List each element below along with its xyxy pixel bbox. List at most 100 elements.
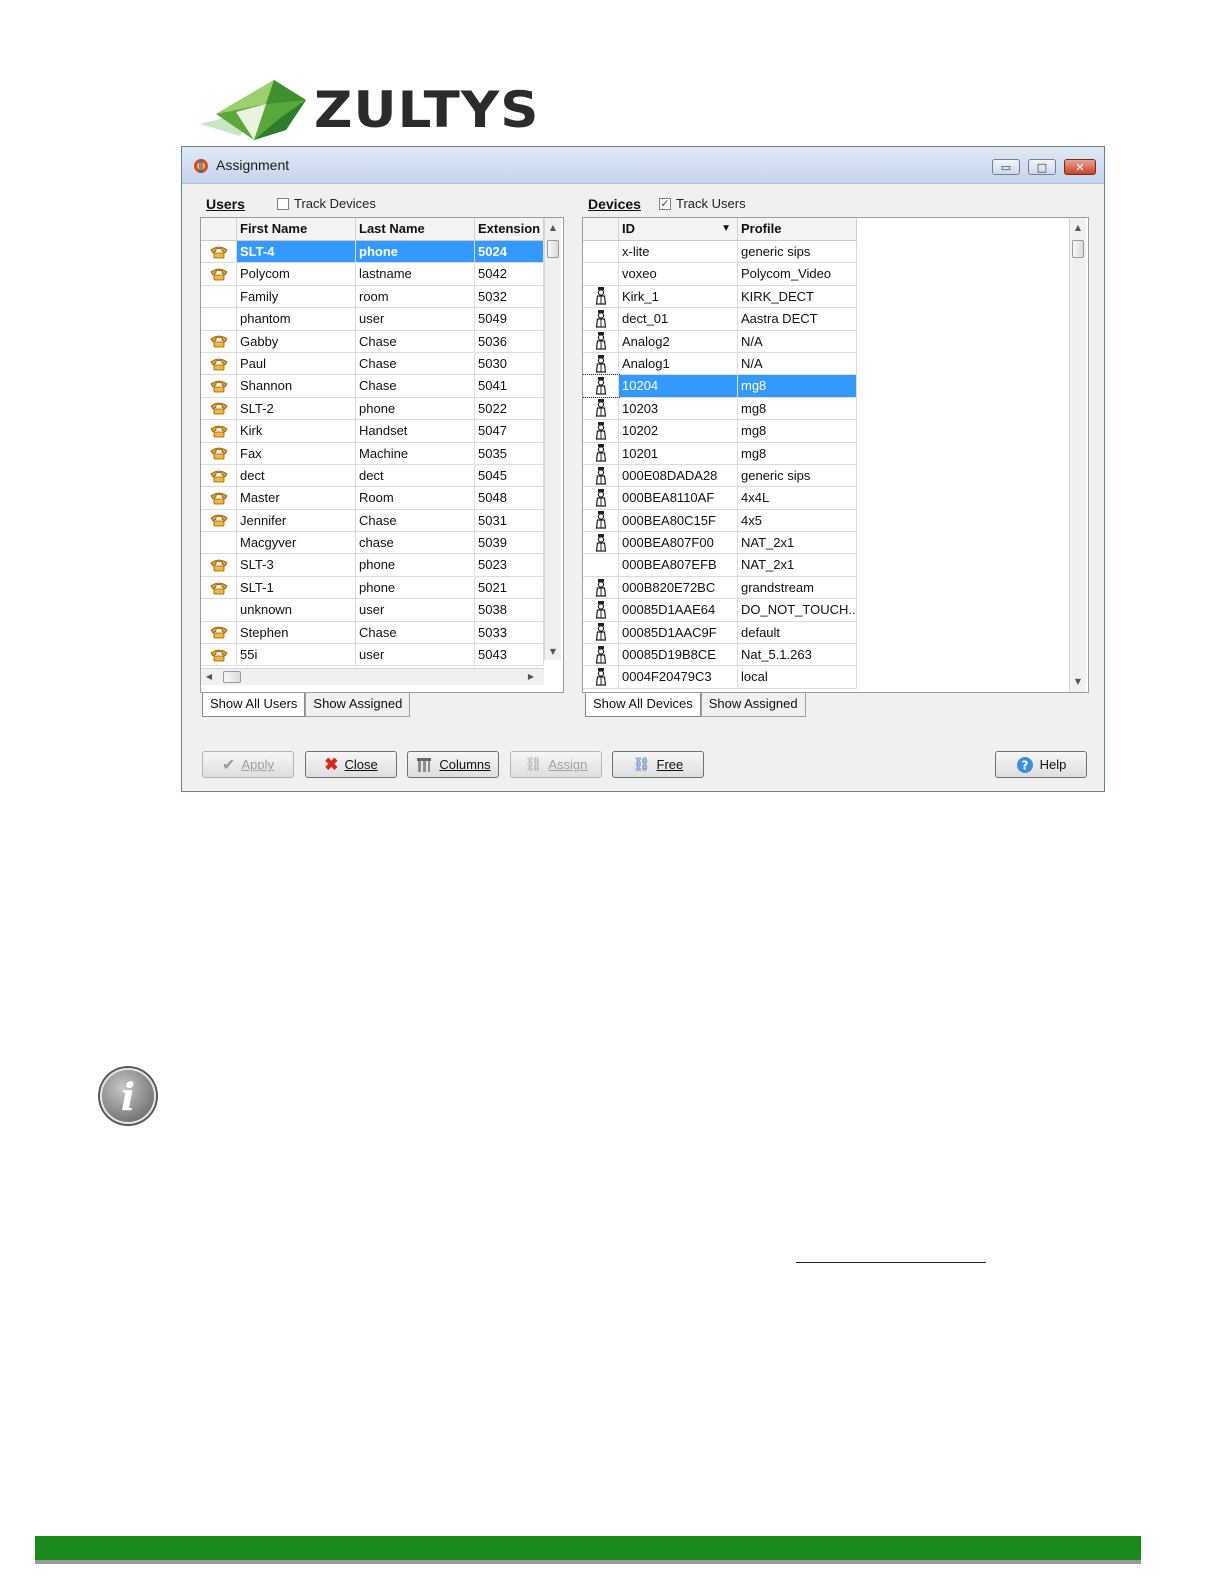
user-extension: 5038 xyxy=(475,599,544,621)
title-bar[interactable]: Assignment ▭ □ ✕ xyxy=(182,147,1104,184)
devices-scroll-thumb[interactable] xyxy=(1072,240,1084,258)
users-column-first-name[interactable]: First Name xyxy=(237,218,356,240)
user-row[interactable]: 55i user 5043 xyxy=(201,644,544,667)
tab-show-assigned-devices[interactable]: Show Assigned xyxy=(700,693,806,717)
user-row[interactable]: SLT-3 phone 5023 xyxy=(201,554,544,577)
device-row[interactable]: 10203 mg8 xyxy=(583,397,857,421)
tab-show-assigned-users[interactable]: Show Assigned xyxy=(305,693,411,717)
user-row[interactable]: SLT-4 phone 5024 xyxy=(201,241,544,264)
track-devices-toggle[interactable]: Track Devices xyxy=(277,196,376,211)
users-hscroll-thumb[interactable] xyxy=(223,671,241,683)
maximize-button[interactable]: □ xyxy=(1028,159,1056,175)
track-devices-checkbox[interactable] xyxy=(277,197,289,210)
user-row[interactable]: Jennifer Chase 5031 xyxy=(201,509,544,533)
devices-grid[interactable]: ID ▼ Profile x-lite generic sips voxeo Poly… xyxy=(582,217,1089,693)
tab-show-all-users[interactable]: Show All Users xyxy=(202,693,306,717)
user-row[interactable]: SLT-1 phone 5021 xyxy=(201,576,544,600)
scroll-down-arrow-icon[interactable]: ▼ xyxy=(545,644,561,660)
user-extension: 5030 xyxy=(475,352,544,375)
users-column-last-name[interactable]: Last Name xyxy=(356,218,475,240)
device-row[interactable]: 10201 mg8 xyxy=(583,442,857,465)
scroll-up-arrow-icon[interactable]: ▲ xyxy=(545,220,561,236)
device-profile: mg8 xyxy=(738,397,857,420)
track-users-checkbox[interactable]: ✓ xyxy=(659,197,671,210)
devices-column-profile[interactable]: Profile xyxy=(738,218,857,240)
user-extension: 5033 xyxy=(475,621,544,644)
user-first-name: phantom xyxy=(237,308,356,330)
person-icon xyxy=(583,644,619,666)
user-last-name: phone xyxy=(356,576,475,599)
user-row[interactable]: SLT-2 phone 5022 xyxy=(201,397,544,421)
device-id: 10204 xyxy=(619,375,738,397)
device-row[interactable]: Analog2 N/A xyxy=(583,330,857,353)
devices-grid-header: ID ▼ Profile xyxy=(583,218,857,241)
user-row[interactable]: Macgyver chase 5039 xyxy=(201,532,544,555)
columns-button[interactable]: Columns xyxy=(407,751,499,778)
assign-button[interactable]: ⛓ Assign xyxy=(510,751,602,778)
device-profile: N/A xyxy=(738,330,857,352)
user-row[interactable]: Shannon Chase 5041 xyxy=(201,375,544,398)
users-vertical-scrollbar[interactable]: ▲ ▼ xyxy=(544,218,561,660)
user-row[interactable]: Polycom lastname 5042 xyxy=(201,263,544,286)
svg-text:?: ? xyxy=(1021,758,1028,772)
device-row[interactable]: x-lite generic sips xyxy=(583,241,857,264)
device-row[interactable]: 0004F20479C3 local xyxy=(583,666,857,689)
device-row[interactable]: Kirk_1 KIRK_DECT xyxy=(583,285,857,309)
scroll-down-arrow-icon[interactable]: ▼ xyxy=(1070,674,1086,690)
free-button[interactable]: ⛓ Free xyxy=(612,751,704,778)
tab-show-all-devices[interactable]: Show All Devices xyxy=(585,693,701,717)
users-column-extension[interactable]: Extension xyxy=(475,218,544,240)
user-extension: 5049 xyxy=(475,308,544,330)
close-window-button[interactable]: ✕ xyxy=(1064,159,1096,175)
user-row[interactable]: Gabby Chase 5036 xyxy=(201,330,544,353)
device-row[interactable]: 000BEA807EFB NAT_2x1 xyxy=(583,554,857,577)
user-last-name: Handset xyxy=(356,420,475,442)
user-row[interactable]: Master Room 5048 xyxy=(201,487,544,510)
scroll-right-arrow-icon[interactable]: ▶ xyxy=(523,669,539,685)
users-grid[interactable]: First Name Last Name Extension SLT-4 phon… xyxy=(200,217,564,693)
device-id: x-lite xyxy=(619,241,738,263)
device-row[interactable]: 000BEA80C15F 4x5 xyxy=(583,509,857,533)
user-row[interactable]: unknown user 5038 xyxy=(201,599,544,622)
user-first-name: SLT-2 xyxy=(237,397,356,420)
phone-icon xyxy=(201,330,237,352)
user-row[interactable]: dect dect 5045 xyxy=(201,464,544,488)
scroll-left-arrow-icon[interactable]: ◀ xyxy=(201,669,217,685)
hyperlink-underline[interactable] xyxy=(796,1262,986,1263)
device-row[interactable]: 000B820E72BC grandstream xyxy=(583,576,857,600)
device-row[interactable]: Analog1 N/A xyxy=(583,352,857,376)
link-icon: ⛓ xyxy=(524,756,543,772)
device-row[interactable]: 00085D19B8CE Nat_5.1.263 xyxy=(583,644,857,667)
user-row[interactable]: Paul Chase 5030 xyxy=(201,352,544,376)
help-button[interactable]: ? Help xyxy=(995,751,1087,778)
window-title: Assignment xyxy=(216,157,290,173)
devices-vertical-scrollbar[interactable]: ▲ ▼ xyxy=(1069,218,1086,692)
device-row[interactable]: 00085D1AAE64 DO_NOT_TOUCH... xyxy=(583,599,857,622)
users-scroll-thumb[interactable] xyxy=(547,240,559,258)
user-row[interactable]: Stephen Chase 5033 xyxy=(201,621,544,645)
device-row[interactable]: dect_01 Aastra DECT xyxy=(583,308,857,331)
device-row[interactable]: voxeo Polycom_Video xyxy=(583,263,857,286)
scroll-up-arrow-icon[interactable]: ▲ xyxy=(1070,220,1086,236)
user-row[interactable]: Family room 5032 xyxy=(201,285,544,309)
device-row[interactable]: 10202 mg8 xyxy=(583,420,857,443)
device-row[interactable]: 10204 mg8 xyxy=(583,374,857,398)
footer-gray-line xyxy=(35,1560,1141,1564)
device-id: dect_01 xyxy=(619,308,738,330)
users-horizontal-scrollbar[interactable]: ◀ ▶ xyxy=(201,668,544,685)
track-users-toggle[interactable]: ✓ Track Users xyxy=(659,196,746,211)
person-icon xyxy=(583,464,619,487)
close-button[interactable]: ✖ Close xyxy=(305,751,397,778)
minimize-button[interactable]: ▭ xyxy=(992,159,1020,175)
user-row[interactable]: phantom user 5049 xyxy=(201,308,544,331)
device-row[interactable]: 000BEA8110AF 4x4L xyxy=(583,487,857,510)
device-row[interactable]: 000E08DADA28 generic sips xyxy=(583,464,857,488)
apply-button[interactable]: ✔ Apply xyxy=(202,751,294,778)
user-first-name: Jennifer xyxy=(237,509,356,532)
user-row[interactable]: Fax Machine 5035 xyxy=(201,442,544,465)
devices-column-id[interactable]: ID ▼ xyxy=(619,218,738,240)
device-row[interactable]: 00085D1AAC9F default xyxy=(583,621,857,645)
user-last-name: user xyxy=(356,599,475,621)
user-row[interactable]: Kirk Handset 5047 xyxy=(201,420,544,443)
device-row[interactable]: 000BEA807F00 NAT_2x1 xyxy=(583,532,857,555)
